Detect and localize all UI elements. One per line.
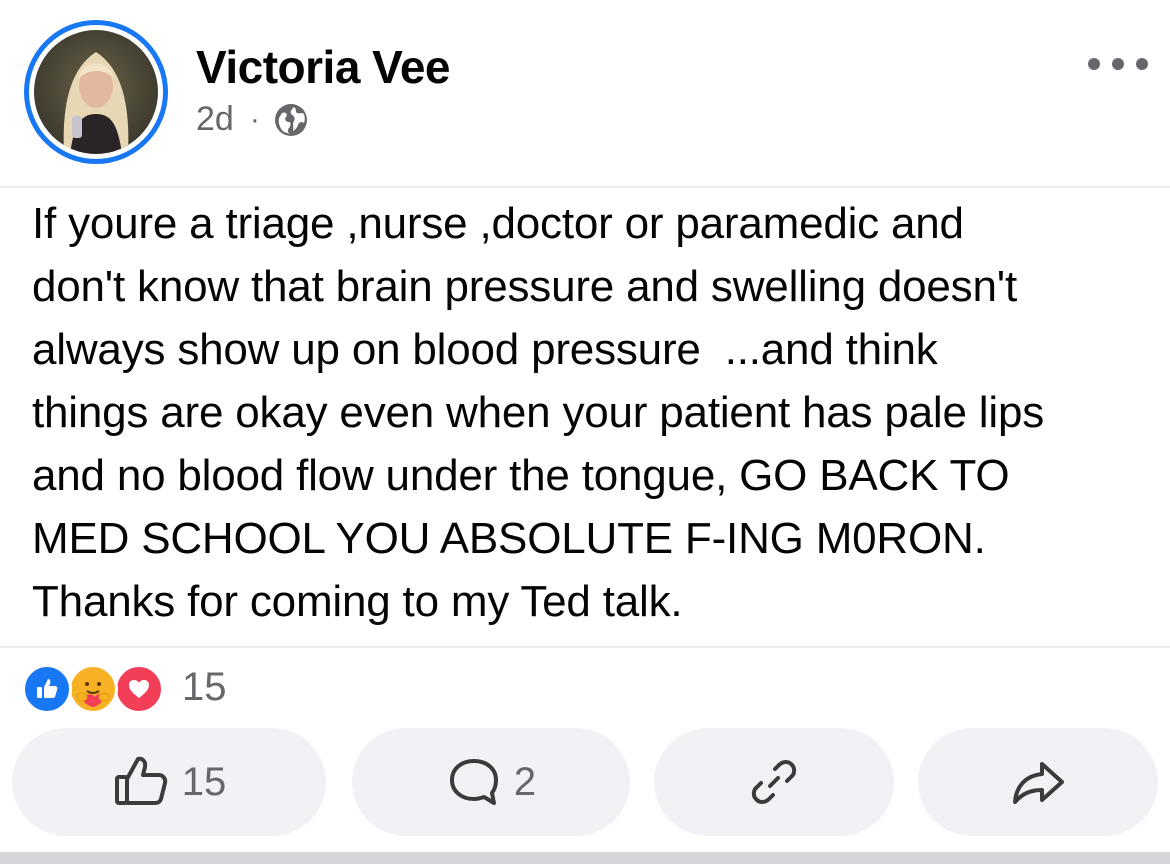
more-options-dot <box>1112 58 1124 70</box>
link-icon <box>751 760 797 804</box>
post-text-line: MED SCHOOL YOU ABSOLUTE F-ING M0RON. <box>32 514 986 563</box>
post-text: If youre a triage ,nurse ,doctor or para… <box>32 192 1152 633</box>
post-text-line: If youre a triage ,nurse ,doctor or para… <box>32 199 964 248</box>
reaction-icons <box>22 662 172 714</box>
post-timestamp[interactable]: 2d <box>196 100 234 139</box>
feed-separator <box>0 852 1170 864</box>
reactions-summary[interactable]: 15 <box>22 662 227 714</box>
action-bar: 15 2 <box>0 728 1170 838</box>
avatar[interactable] <box>34 30 158 154</box>
thumbs-up-icon <box>114 756 167 805</box>
post-text-line: always show up on blood pressure ...and … <box>32 325 938 374</box>
comment-button[interactable]: 2 <box>352 728 630 836</box>
post-card: Victoria Vee 2d · If youre a triage ,nur… <box>0 0 1170 864</box>
more-options-icon <box>1088 58 1100 70</box>
comment-count: 2 <box>513 759 537 804</box>
post-header: Victoria Vee 2d · <box>0 0 1170 186</box>
comment-icon <box>449 759 498 805</box>
post-meta: 2d · <box>196 100 308 139</box>
like-count: 15 <box>181 759 227 804</box>
share-icon <box>1013 762 1064 804</box>
post-text-line: and no blood flow under the tongue, GO B… <box>32 451 1010 500</box>
like-icon <box>22 664 72 714</box>
more-options-dot <box>1136 58 1148 70</box>
post-text-line: Thanks for coming to my Ted talk. <box>32 577 683 626</box>
avatar-photo <box>34 30 158 154</box>
post-text-line: don't know that brain pressure and swell… <box>32 262 1017 311</box>
care-icon <box>68 664 118 714</box>
share-button[interactable] <box>918 728 1158 836</box>
reaction-count[interactable]: 15 <box>182 665 227 710</box>
copy-link-button[interactable] <box>654 728 894 836</box>
text-divider <box>0 646 1170 648</box>
love-icon <box>114 664 164 714</box>
avatar-story-ring[interactable] <box>24 20 168 164</box>
meta-separator: · <box>249 102 260 136</box>
post-text-line: things are okay even when your patient h… <box>32 388 1045 437</box>
header-divider <box>0 186 1170 188</box>
author-name[interactable]: Victoria Vee <box>196 40 451 94</box>
globe-icon <box>274 103 307 136</box>
more-options-button[interactable] <box>1088 46 1148 82</box>
like-button[interactable]: 15 <box>12 728 326 836</box>
